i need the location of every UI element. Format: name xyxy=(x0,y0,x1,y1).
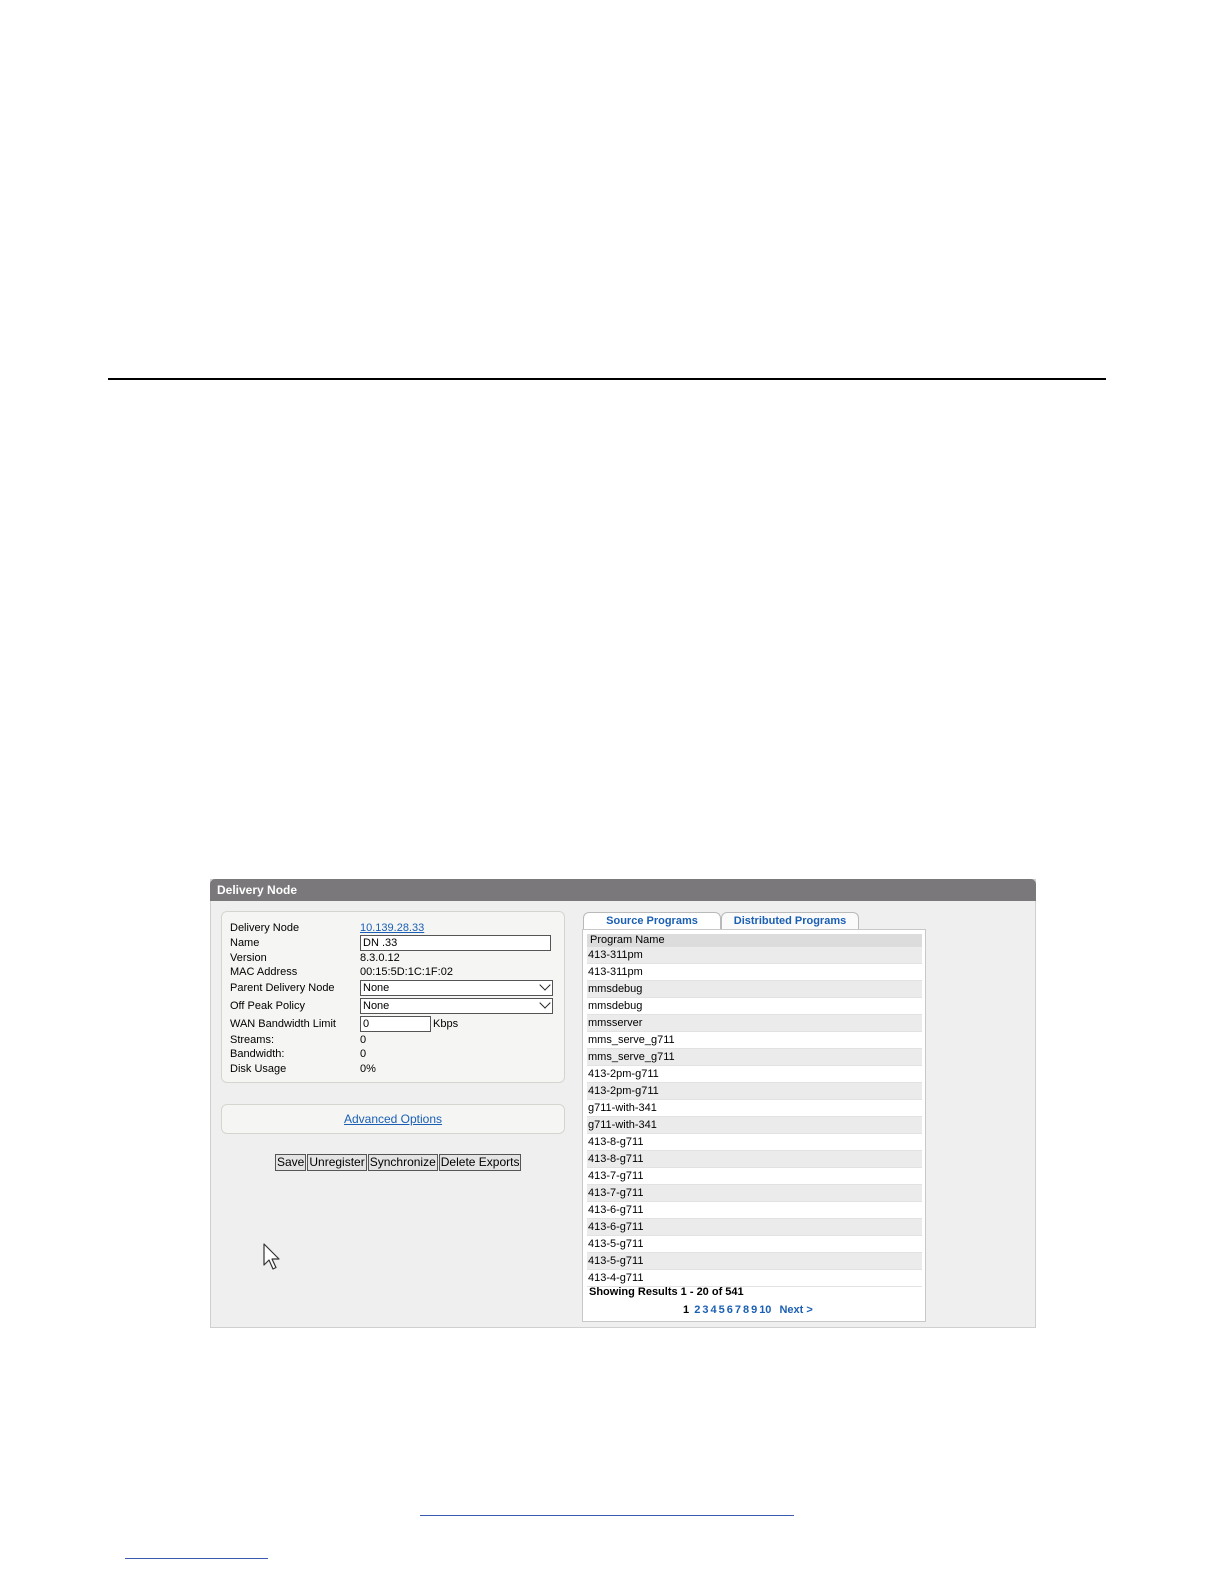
table-row[interactable]: mms_serve_g711 xyxy=(587,1032,922,1049)
mac-value: 00:15:5D:1C:1F:02 xyxy=(360,966,453,978)
document-rule xyxy=(108,378,1106,380)
delete-exports-button[interactable]: Delete Exports xyxy=(438,1154,522,1171)
chevron-down-icon xyxy=(539,997,551,1009)
table-row[interactable]: 413-5-g711 xyxy=(587,1236,922,1253)
table-row[interactable]: 413-2pm-g711 xyxy=(587,1066,922,1083)
page-link[interactable]: 10 xyxy=(759,1304,771,1316)
table-row[interactable]: 413-8-g711 xyxy=(587,1134,922,1151)
row-offpeak: Off Peak Policy None xyxy=(230,997,560,1014)
synchronize-button[interactable]: Synchronize xyxy=(367,1154,438,1171)
table-row[interactable]: 413-5-g711 xyxy=(587,1253,922,1270)
page-link[interactable]: 5 xyxy=(719,1304,725,1316)
results-summary: Showing Results 1 - 20 of 541 xyxy=(589,1286,744,1298)
offpeak-select[interactable]: None xyxy=(360,997,553,1014)
programs-table: Program Name 413-311pm 413-311pm mmsdebug m… xyxy=(587,934,922,1287)
page-current: 1 xyxy=(683,1304,690,1316)
row-delivery-node: Delivery Node 10.139.28.33 xyxy=(230,920,560,936)
parent-select[interactable]: None xyxy=(360,979,553,996)
bandwidth-label: Bandwidth: xyxy=(230,1048,285,1060)
next-page-link[interactable]: Next > xyxy=(779,1304,812,1316)
table-header: Program Name xyxy=(587,934,922,947)
table-row[interactable]: mmsserver xyxy=(587,1015,922,1032)
table-row[interactable]: 413-7-g711 xyxy=(587,1185,922,1202)
offpeak-select-value: None xyxy=(363,1000,390,1012)
page-link[interactable]: 9 xyxy=(751,1304,757,1316)
page-link[interactable]: 7 xyxy=(735,1304,741,1316)
page-link[interactable]: 2 xyxy=(694,1304,700,1316)
table-row[interactable]: mms_serve_g711 xyxy=(587,1049,922,1066)
table-row[interactable]: 413-2pm-g711 xyxy=(587,1083,922,1100)
table-body: 413-311pm 413-311pm mmsdebug mmsdebug mmsser… xyxy=(587,947,922,1287)
table-row[interactable]: 413-4-g711 xyxy=(587,1270,922,1287)
pagination: 1 2 3 4 5 6 7 8 9 10 Next > xyxy=(683,1304,815,1316)
disk-label: Disk Usage xyxy=(230,1063,287,1075)
table-row[interactable]: g711-with-341 xyxy=(587,1100,922,1117)
table-row[interactable]: 413-6-g711 xyxy=(587,1202,922,1219)
name-label: Name xyxy=(230,937,260,949)
table-row[interactable]: 413-311pm xyxy=(587,947,922,964)
offpeak-label: Off Peak Policy xyxy=(230,1000,305,1012)
wan-unit: Kbps xyxy=(433,1018,459,1030)
save-button[interactable]: Save xyxy=(275,1154,307,1171)
row-parent: Parent Delivery Node None xyxy=(230,979,560,996)
table-row[interactable]: mmsdebug xyxy=(587,981,922,998)
row-mac: MAC Address 00:15:5D:1C:1F:02 xyxy=(230,964,560,980)
table-row[interactable]: 413-311pm xyxy=(587,964,922,981)
row-name: Name DN .33 xyxy=(230,935,560,951)
page-link[interactable]: 3 xyxy=(702,1304,708,1316)
unregister-button[interactable]: Unregister xyxy=(307,1154,367,1171)
delivery-node-label: Delivery Node xyxy=(230,922,300,934)
table-row[interactable]: g711-with-341 xyxy=(587,1117,922,1134)
footer-link-underline-2 xyxy=(125,1558,268,1559)
row-disk: Disk Usage 0% xyxy=(230,1061,560,1077)
action-buttons: Save Unregister Synchronize Delete Exports xyxy=(275,1154,522,1171)
page-link[interactable]: 6 xyxy=(727,1304,733,1316)
disk-value: 0% xyxy=(360,1063,376,1075)
mouse-pointer-icon xyxy=(263,1243,280,1270)
table-row[interactable]: 413-8-g711 xyxy=(587,1151,922,1168)
page-link[interactable]: 4 xyxy=(710,1304,716,1316)
mac-label: MAC Address xyxy=(230,966,298,978)
tab-distributed-programs[interactable]: Distributed Programs xyxy=(721,912,859,930)
advanced-options-link[interactable]: Advanced Options xyxy=(344,1112,442,1126)
chevron-down-icon xyxy=(539,979,551,991)
bandwidth-value: 0 xyxy=(360,1048,367,1060)
programs-panel: Program Name 413-311pm 413-311pm mmsdebug m… xyxy=(582,929,926,1322)
table-row[interactable]: 413-7-g711 xyxy=(587,1168,922,1185)
parent-label: Parent Delivery Node xyxy=(230,982,335,994)
footer-link-underline xyxy=(420,1515,794,1516)
advanced-options-panel: Advanced Options xyxy=(221,1104,565,1134)
parent-select-value: None xyxy=(363,982,390,994)
wan-label: WAN Bandwidth Limit xyxy=(230,1018,336,1030)
properties-panel: Delivery Node 10.139.28.33 Name DN .33 V… xyxy=(221,911,565,1083)
page-link[interactable]: 8 xyxy=(743,1304,749,1316)
row-bandwidth: Bandwidth: 0 xyxy=(230,1046,560,1062)
wan-input[interactable]: 0 xyxy=(360,1016,431,1032)
table-row[interactable]: mmsdebug xyxy=(587,998,922,1015)
delivery-node-link[interactable]: 10.139.28.33 xyxy=(360,920,424,936)
delivery-node-window: Delivery Node Delivery Node 10.139.28.33… xyxy=(210,879,1036,1328)
window-title: Delivery Node xyxy=(210,879,1036,901)
name-input[interactable]: DN .33 xyxy=(360,935,551,951)
row-wan: WAN Bandwidth Limit 0 Kbps xyxy=(230,1016,560,1032)
table-row[interactable]: 413-6-g711 xyxy=(587,1219,922,1236)
